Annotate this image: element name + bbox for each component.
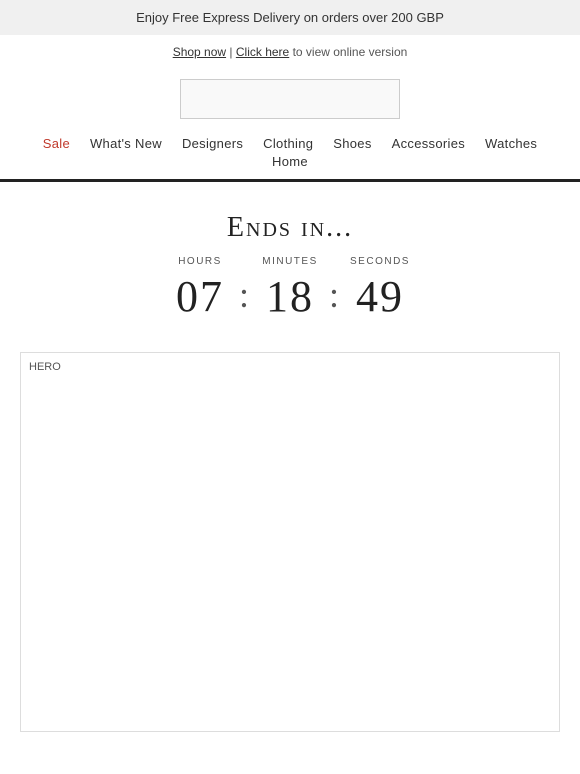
- hours-value: 07: [165, 271, 235, 322]
- shop-now-link[interactable]: Shop now: [173, 45, 226, 59]
- digit-sep-2: :: [325, 274, 345, 320]
- nav-item-accessories[interactable]: Accessories: [392, 136, 465, 151]
- hero-section: HERO: [20, 352, 560, 732]
- banner-text: Enjoy Free Express Delivery on orders ov…: [136, 10, 444, 25]
- seconds-label: Seconds: [345, 256, 415, 267]
- logo-area: [0, 69, 580, 127]
- label-sep-1: [235, 256, 255, 267]
- hours-label: Hours: [165, 256, 235, 267]
- nav-item-designers[interactable]: Designers: [182, 136, 243, 151]
- seconds-value: 49: [345, 271, 415, 322]
- logo-image: [180, 79, 400, 119]
- hero-label: HERO: [29, 361, 61, 373]
- nav-item-watches[interactable]: Watches: [485, 136, 537, 151]
- nav-item-clothing[interactable]: Clothing: [263, 136, 313, 151]
- nav-bar: Sale What's New Designers Clothing Shoes…: [0, 127, 580, 182]
- nav-item-home[interactable]: Home: [272, 154, 308, 169]
- countdown-title: Ends in...: [20, 212, 560, 244]
- minutes-label: Minutes: [255, 256, 325, 267]
- sub-header: Shop now | Click here to view online ver…: [0, 35, 580, 69]
- top-banner: Enjoy Free Express Delivery on orders ov…: [0, 0, 580, 35]
- click-here-link[interactable]: Click here: [236, 45, 289, 59]
- label-sep-2: [325, 256, 345, 267]
- digit-sep-1: :: [235, 274, 255, 320]
- nav-item-shoes[interactable]: Shoes: [333, 136, 371, 151]
- countdown-labels: Hours Minutes Seconds: [20, 256, 560, 267]
- countdown-digits: 07 : 18 : 49: [20, 271, 560, 322]
- countdown-section: Ends in... Hours Minutes Seconds 07 : 18…: [0, 182, 580, 342]
- nav-item-whats-new[interactable]: What's New: [90, 136, 162, 151]
- nav-item-sale[interactable]: Sale: [43, 136, 70, 151]
- minutes-value: 18: [255, 271, 325, 322]
- view-text: to view online version: [293, 45, 408, 59]
